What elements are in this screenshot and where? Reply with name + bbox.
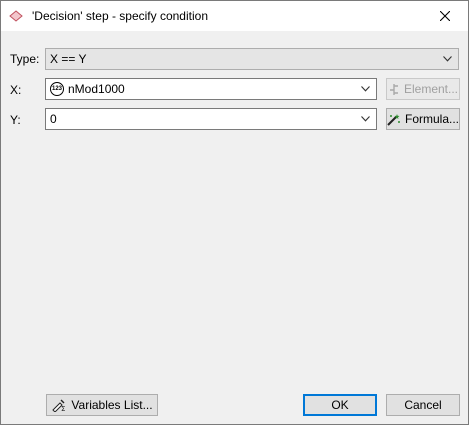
formula-button-label: Formula...: [405, 112, 460, 126]
x-label: X:: [10, 83, 22, 97]
chevron-down-icon: [361, 116, 370, 122]
variables-pencil-icon: Σ: [52, 399, 66, 412]
ok-button[interactable]: OK: [303, 394, 377, 416]
chevron-down-icon: [361, 86, 370, 92]
decision-diamond-icon: [9, 10, 23, 22]
formula-wand-icon: [387, 113, 400, 126]
x-value: nMod1000: [68, 82, 125, 96]
element-button-label: Element...: [403, 82, 459, 96]
svg-text:Σ: Σ: [61, 405, 65, 412]
x-dropdown[interactable]: 123 nMod1000: [45, 78, 377, 100]
ok-button-label: OK: [331, 398, 349, 412]
element-button[interactable]: Element...: [386, 78, 460, 100]
y-label: Y:: [10, 113, 21, 127]
type-value: X == Y: [50, 52, 87, 66]
type-dropdown[interactable]: X == Y: [45, 48, 459, 70]
close-button[interactable]: [422, 1, 468, 31]
variables-list-label: Variables List...: [71, 398, 153, 412]
dialog-window: 'Decision' step - specify condition Type…: [0, 0, 469, 425]
title-bar: 'Decision' step - specify condition: [1, 1, 468, 31]
y-dropdown[interactable]: 0: [45, 108, 377, 130]
close-icon: [440, 11, 450, 21]
dialog-title: 'Decision' step - specify condition: [32, 9, 208, 23]
cancel-button[interactable]: Cancel: [386, 394, 460, 416]
formula-button[interactable]: Formula...: [386, 108, 460, 130]
numeric-variable-icon: 123: [50, 82, 64, 96]
chevron-down-icon: [443, 56, 452, 62]
element-tree-icon: [389, 83, 398, 95]
y-value: 0: [50, 112, 57, 126]
cancel-button-label: Cancel: [404, 398, 442, 412]
variables-list-button[interactable]: Σ Variables List...: [46, 394, 158, 416]
type-label: Type:: [10, 52, 40, 66]
